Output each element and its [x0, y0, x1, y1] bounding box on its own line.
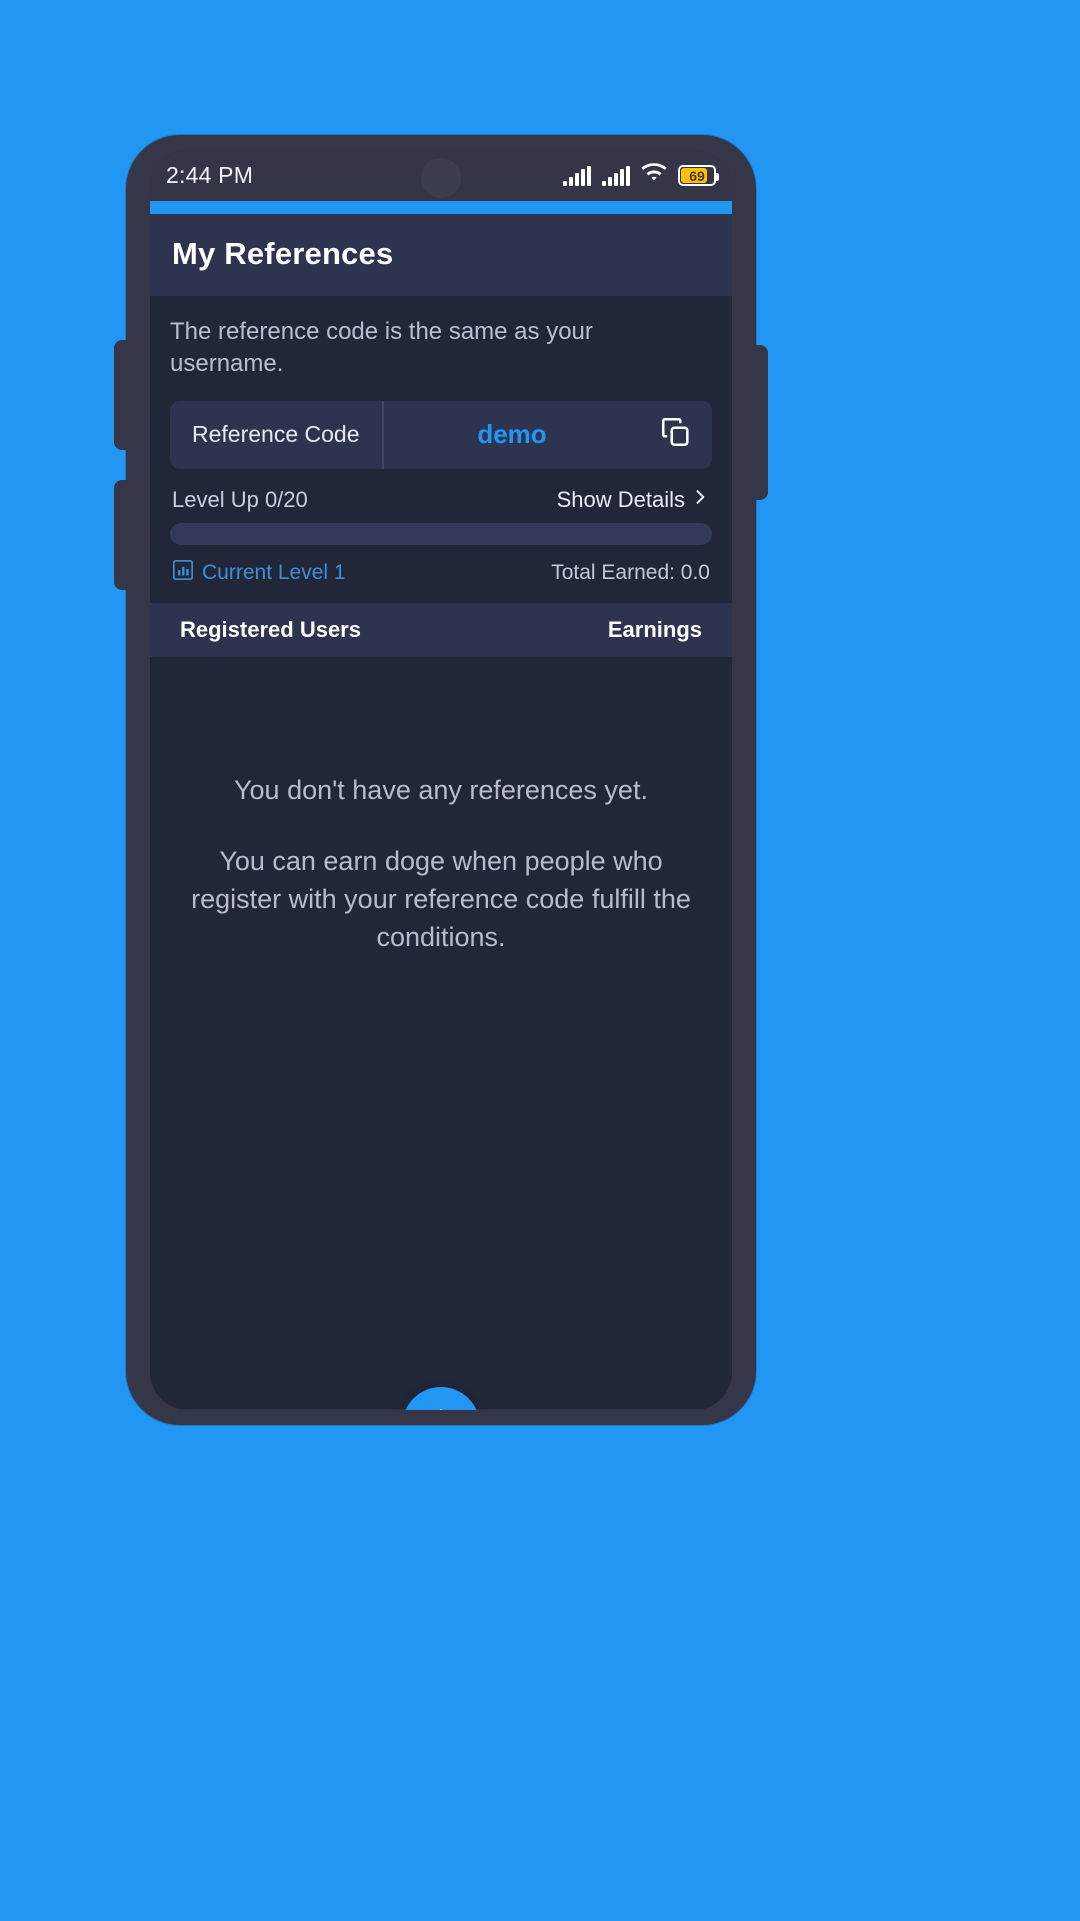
referral-panel: The reference code is the same as your u…: [150, 296, 732, 603]
phone-screen: 2:44 PM 69 My References The reference c…: [150, 150, 732, 1410]
empty-state-title: You don't have any references yet.: [234, 774, 648, 805]
page-title: My References: [172, 236, 394, 271]
power-button[interactable]: [752, 345, 768, 500]
screenshot-stage: 2:44 PM 69 My References The reference c…: [0, 0, 1080, 1921]
table-header: Registered Users Earnings: [150, 602, 732, 657]
reference-code-label: Reference Code: [170, 400, 384, 469]
front-camera-notch: [421, 158, 461, 198]
bar-chart-icon: [172, 559, 194, 587]
column-header-registered-users: Registered Users: [180, 616, 361, 642]
current-level-button[interactable]: Current Level 1: [172, 559, 346, 587]
status-bar-time: 2:44 PM: [166, 162, 254, 188]
status-bar-icons: 69: [563, 163, 719, 188]
copy-icon: [659, 415, 693, 454]
wifi-icon: [641, 163, 667, 188]
content-area: You don't have any references yet. You c…: [150, 656, 732, 1409]
status-bar: 2:44 PM 69: [150, 150, 732, 201]
show-details-button[interactable]: Show Details: [557, 487, 710, 513]
battery-level-text: 69: [689, 167, 705, 184]
reference-code-field[interactable]: Reference Code demo: [170, 400, 712, 469]
reference-hint-text: The reference code is the same as your u…: [170, 318, 593, 378]
volume-up-button[interactable]: [114, 340, 130, 450]
phone-frame: 2:44 PM 69 My References The reference c…: [114, 135, 768, 1425]
app-bar: My References: [150, 214, 732, 296]
battery-icon: 69: [678, 165, 719, 186]
column-header-earnings: Earnings: [607, 616, 702, 642]
reference-code-value: demo: [477, 419, 547, 450]
total-earned-label: Total Earned: 0.0: [551, 560, 710, 584]
empty-state-body: You can earn doge when people who regist…: [191, 845, 691, 953]
level-up-label: Level Up 0/20: [172, 486, 308, 512]
signal-bars-icon: [563, 165, 591, 186]
level-up-row: Level Up 0/20 Show Details: [170, 469, 712, 523]
volume-down-button[interactable]: [114, 480, 130, 590]
show-details-label: Show Details: [556, 486, 685, 512]
bottom-navigation-bar: [150, 1386, 732, 1410]
signal-bars-icon: [602, 165, 630, 186]
level-progress-bar: [170, 522, 712, 545]
chevron-right-icon: [690, 487, 710, 513]
empty-state: You don't have any references yet. You c…: [150, 656, 732, 1409]
level-footer-row: Current Level 1 Total Earned: 0.0: [170, 545, 712, 603]
current-level-label: Current Level 1: [202, 560, 346, 584]
accent-strip: [150, 201, 732, 214]
copy-button[interactable]: [640, 401, 712, 469]
home-icon: [422, 1404, 460, 1410]
